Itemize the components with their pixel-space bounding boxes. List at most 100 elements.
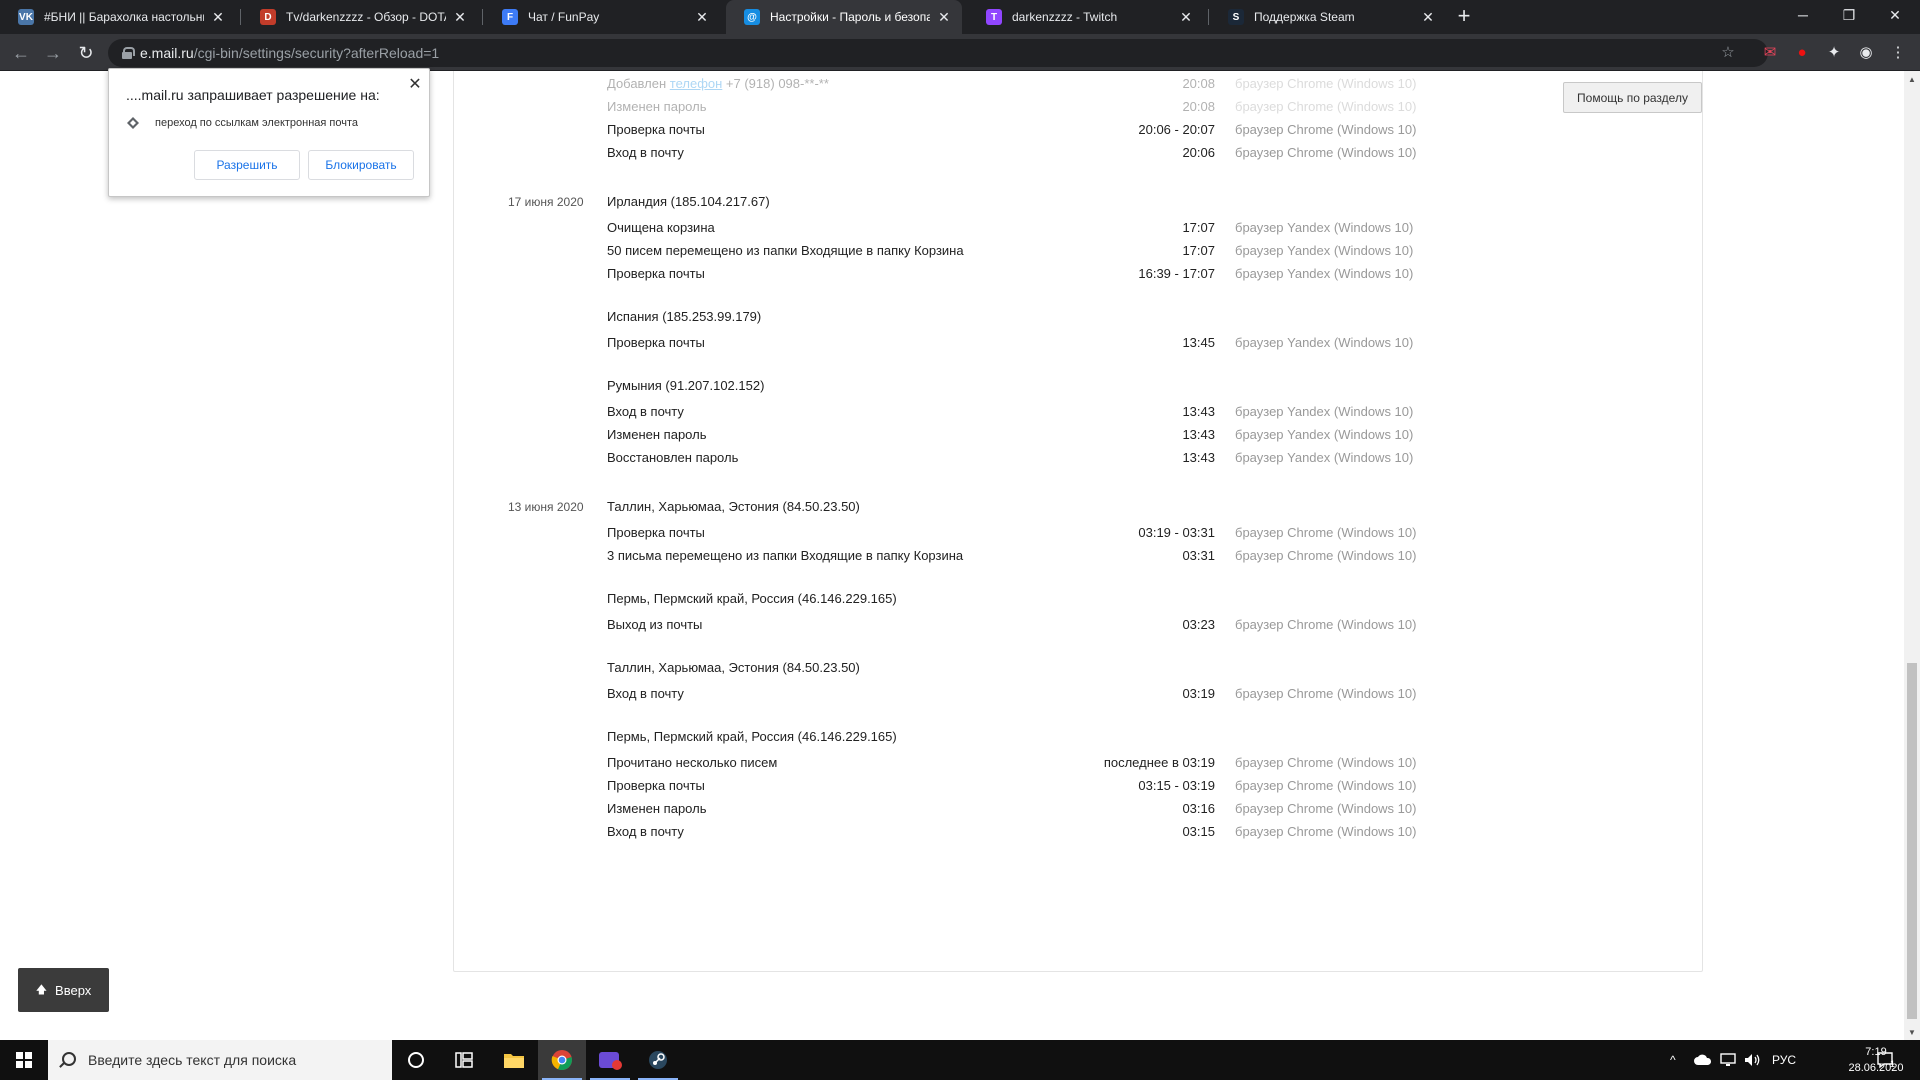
log-location: Таллин, Харьюмаа, Эстония (84.50.23.50) xyxy=(607,499,860,514)
tab-close-icon[interactable]: ✕ xyxy=(936,9,952,26)
cortana-icon[interactable] xyxy=(392,1040,440,1080)
browser-tab[interactable]: VK #БНИ || Барахолка настольных и ✕ xyxy=(0,0,236,34)
minimize-button[interactable]: ─ xyxy=(1780,0,1826,30)
browser-tab[interactable]: @ Настройки - Пароль и безопасность ✕ xyxy=(726,0,962,34)
bookmark-star-icon[interactable]: ☆ xyxy=(1718,42,1738,62)
log-device: браузер Chrome (Windows 10) xyxy=(1235,525,1417,540)
log-device: браузер Yandex (Windows 10) xyxy=(1235,335,1414,350)
log-date: 13 июня 2020 xyxy=(508,500,584,514)
browser-toolbar: ← → ↻ e.mail.ru/cgi-bin/settings/securit… xyxy=(0,34,1920,71)
log-date: 17 июня 2020 xyxy=(508,195,584,209)
tab-favicon-icon: D xyxy=(260,9,276,25)
log-time: последнее в 03:19 xyxy=(1103,755,1215,770)
permission-popup: ....mail.ru запрашивает разрешение на: ✕… xyxy=(108,68,430,197)
allow-button[interactable]: Разрешить xyxy=(194,150,300,180)
onedrive-cloud-icon[interactable] xyxy=(1694,1040,1712,1080)
extensions-puzzle-icon[interactable]: ✦ xyxy=(1824,42,1844,62)
tab-title: darkenzzzz - Twitch xyxy=(1012,10,1118,24)
log-time: 20:08 xyxy=(1182,99,1215,114)
browser-tab[interactable]: F Чат / FunPay ✕ xyxy=(484,0,720,34)
popup-close-icon[interactable]: ✕ xyxy=(406,74,424,94)
reload-button[interactable]: ↻ xyxy=(73,40,99,66)
browser-tab[interactable]: D Tv/darkenzzzz - Обзор - DOTABUFF ✕ xyxy=(242,0,478,34)
start-button[interactable] xyxy=(0,1040,48,1080)
browser-tab[interactable]: S Поддержка Steam ✕ xyxy=(1210,0,1446,34)
log-time: 20:06 xyxy=(1182,145,1215,160)
log-action-text: Добавлен xyxy=(607,76,670,91)
log-device: браузер Chrome (Windows 10) xyxy=(1235,76,1417,91)
scroll-down-arrow-icon[interactable]: ▼ xyxy=(1904,1024,1920,1040)
address-bar[interactable]: e.mail.ru/cgi-bin/settings/security?afte… xyxy=(108,39,1768,67)
file-explorer-icon[interactable] xyxy=(490,1040,538,1080)
log-action: Проверка почты xyxy=(607,525,705,540)
forward-button[interactable]: → xyxy=(40,40,66,66)
back-button[interactable]: ← xyxy=(8,40,34,66)
scrollbar-thumb[interactable] xyxy=(1907,663,1917,1019)
new-tab-button[interactable]: + xyxy=(1452,5,1476,29)
scroll-up-arrow-icon[interactable]: ▲ xyxy=(1904,71,1920,87)
log-time: 03:23 xyxy=(1182,617,1215,632)
url-host: e.mail.ru xyxy=(140,45,194,61)
log-device: браузер Yandex (Windows 10) xyxy=(1235,243,1414,258)
tab-close-icon[interactable]: ✕ xyxy=(1420,9,1436,26)
log-action: Вход в почту xyxy=(607,404,684,419)
log-time: 20:08 xyxy=(1182,76,1215,91)
volume-icon[interactable] xyxy=(1744,1040,1762,1080)
arrow-up-icon: 🡅 xyxy=(35,983,48,996)
restore-button[interactable]: ❐ xyxy=(1826,0,1872,30)
mail-extension-icon[interactable]: ✉ xyxy=(1760,42,1780,62)
section-help-button[interactable]: Помощь по разделу xyxy=(1563,82,1702,113)
game-app-icon[interactable] xyxy=(586,1040,634,1080)
tab-favicon-icon: F xyxy=(502,9,518,25)
log-time: 20:06 - 20:07 xyxy=(1138,122,1215,137)
log-time: 13:43 xyxy=(1182,450,1215,465)
url-path: /cgi-bin/settings/security?afterReload=1 xyxy=(193,45,440,61)
network-icon[interactable] xyxy=(1720,1040,1736,1080)
browser-tab[interactable]: Tdarkenzzzz - Twitch ✕ xyxy=(968,0,1204,34)
log-time: 17:07 xyxy=(1182,243,1215,258)
tab-close-icon[interactable]: ✕ xyxy=(694,9,710,26)
tab-favicon-icon: S xyxy=(1228,9,1244,25)
log-location: Таллин, Харьюмаа, Эстония (84.50.23.50) xyxy=(607,660,860,675)
log-time: 13:43 xyxy=(1182,404,1215,419)
log-device: браузер Chrome (Windows 10) xyxy=(1235,145,1417,160)
log-time: 03:15 xyxy=(1182,824,1215,839)
tab-close-icon[interactable]: ✕ xyxy=(1178,9,1194,26)
taskbar-search-input[interactable]: Введите здесь текст для поиска xyxy=(48,1040,392,1080)
block-button[interactable]: Блокировать xyxy=(308,150,414,180)
log-device: браузер Chrome (Windows 10) xyxy=(1235,778,1417,793)
log-location: Испания (185.253.99.179) xyxy=(607,309,762,324)
input-language-indicator[interactable]: РУС xyxy=(1772,1040,1796,1080)
scroll-up-button[interactable]: 🡅 Вверх xyxy=(18,968,109,1012)
chrome-taskbar-icon[interactable] xyxy=(538,1040,586,1080)
log-device: браузер Chrome (Windows 10) xyxy=(1235,548,1417,563)
log-time: 03:19 - 03:31 xyxy=(1138,525,1215,540)
log-action: Вход в почту xyxy=(607,824,684,839)
tab-close-icon[interactable]: ✕ xyxy=(452,9,468,26)
steam-icon[interactable] xyxy=(634,1040,682,1080)
tray-overflow-icon[interactable]: ^ xyxy=(1670,1040,1676,1080)
log-location: Пермь, Пермский край, Россия (46.146.229… xyxy=(607,729,897,744)
log-action: Выход из почты xyxy=(607,617,703,632)
page-scrollbar[interactable]: ▲ ▼ xyxy=(1904,71,1920,1040)
profile-avatar-icon[interactable]: ◉ xyxy=(1856,42,1876,62)
log-time: 13:43 xyxy=(1182,427,1215,442)
chrome-menu-icon[interactable]: ⋮ xyxy=(1888,42,1908,62)
tab-title: Поддержка Steam xyxy=(1254,10,1355,24)
red-extension-icon[interactable]: ● xyxy=(1792,42,1812,62)
window-close-button[interactable]: ✕ xyxy=(1872,0,1918,30)
log-time: 03:16 xyxy=(1182,801,1215,816)
phone-link[interactable]: телефон xyxy=(670,76,723,91)
log-device: браузер Chrome (Windows 10) xyxy=(1235,824,1417,839)
task-view-icon[interactable] xyxy=(440,1040,488,1080)
log-action: 50 писем перемещено из папки Входящие в … xyxy=(607,243,964,258)
lock-icon[interactable] xyxy=(122,47,135,59)
permission-title: ....mail.ru запрашивает разрешение на: xyxy=(126,87,380,103)
action-center-icon[interactable]: 1 xyxy=(1876,1040,1895,1080)
tab-close-icon[interactable]: ✕ xyxy=(210,9,226,26)
log-device: браузер Chrome (Windows 10) xyxy=(1235,122,1417,137)
log-time: 16:39 - 17:07 xyxy=(1138,266,1215,281)
log-time: 03:15 - 03:19 xyxy=(1138,778,1215,793)
permission-item: переход по ссылкам электронная почта xyxy=(155,117,359,129)
log-action-text: Изменен пароль xyxy=(607,99,707,114)
